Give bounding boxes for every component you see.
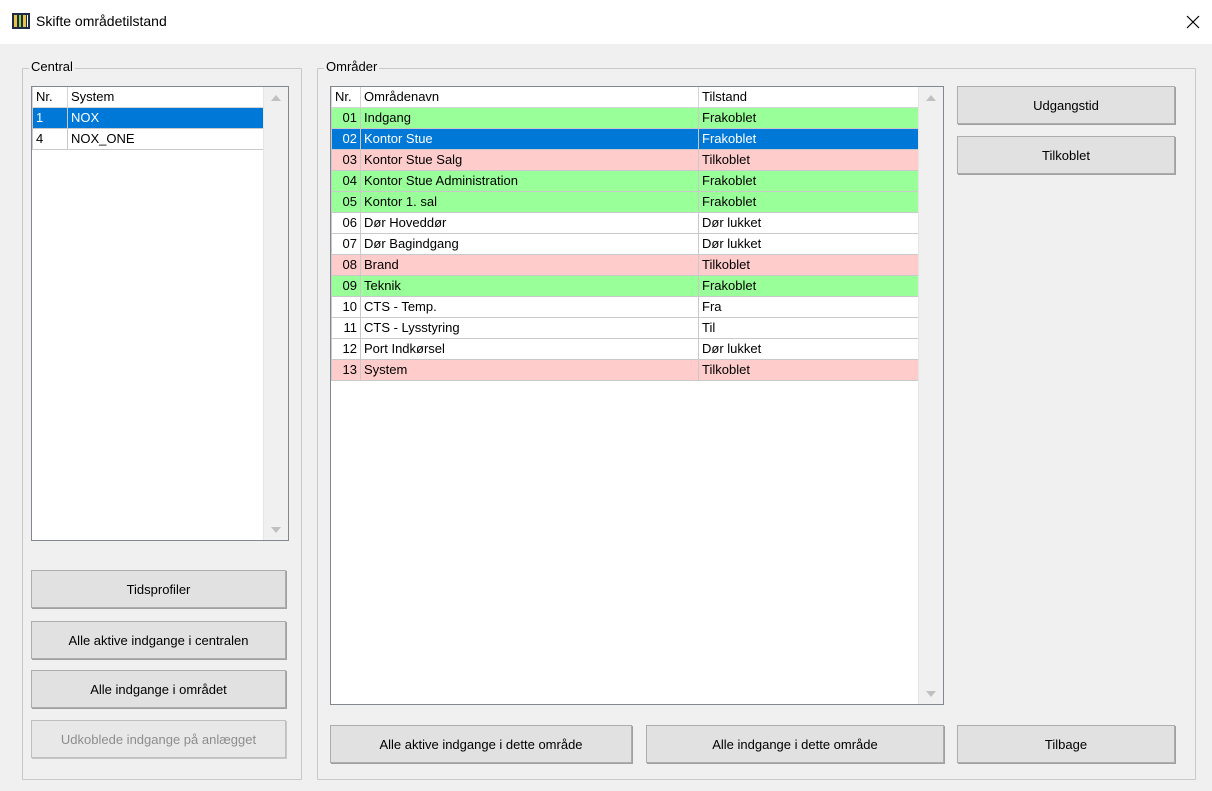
- central-row-nr: 1: [32, 106, 68, 129]
- udkoblede-indgange-button[interactable]: Udkoblede indgange på anlægget: [31, 720, 286, 758]
- area-row-nr: 09: [331, 274, 361, 297]
- area-row-state: Tilkoblet: [698, 253, 919, 276]
- area-row-name: Kontor Stue Administration: [360, 169, 699, 192]
- close-button[interactable]: [1178, 7, 1208, 37]
- area-row[interactable]: 10 CTS - Temp. Fra: [331, 295, 919, 318]
- area-row-nr: 02: [331, 127, 361, 150]
- scroll-down-icon[interactable]: [264, 521, 288, 538]
- app-icon: [12, 13, 30, 29]
- area-row-name: Port Indkørsel: [360, 337, 699, 360]
- area-row-name: Dør Hoveddør: [360, 211, 699, 234]
- area-row[interactable]: 03 Kontor Stue Salg Tilkoblet: [331, 148, 919, 171]
- area-row[interactable]: 01 Indgang Frakoblet: [331, 106, 919, 129]
- area-row[interactable]: 12 Port Indkørsel Dør lukket: [331, 337, 919, 360]
- area-row[interactable]: 02 Kontor Stue Frakoblet: [331, 127, 919, 150]
- area-row-nr: 07: [331, 232, 361, 255]
- column-header-system[interactable]: System: [67, 87, 264, 108]
- area-row-state: Frakoblet: [698, 274, 919, 297]
- area-row-name: Kontor 1. sal: [360, 190, 699, 213]
- alle-indgange-omraade-button[interactable]: Alle indgange i dette område: [646, 725, 944, 763]
- omraader-scrollbar[interactable]: [918, 87, 943, 704]
- area-row-nr: 08: [331, 253, 361, 276]
- area-row-nr: 05: [331, 190, 361, 213]
- area-row[interactable]: 04 Kontor Stue Administration Frakoblet: [331, 169, 919, 192]
- tidsprofiler-button[interactable]: Tidsprofiler: [31, 570, 286, 608]
- udgangstid-button[interactable]: Udgangstid: [957, 86, 1175, 124]
- area-row-name: Indgang: [360, 106, 699, 129]
- area-row-state: Til: [698, 316, 919, 339]
- area-row[interactable]: 05 Kontor 1. sal Frakoblet: [331, 190, 919, 213]
- area-row-nr: 13: [331, 358, 361, 381]
- area-row-name: Kontor Stue: [360, 127, 699, 150]
- scroll-up-icon[interactable]: [264, 89, 288, 106]
- area-row-name: System: [360, 358, 699, 381]
- area-row-nr: 06: [331, 211, 361, 234]
- omraader-list[interactable]: Nr. Områdenavn Tilstand 01 Indgang Frakobl…: [330, 86, 944, 705]
- area-row[interactable]: 11 CTS - Lysstyring Til: [331, 316, 919, 339]
- central-row[interactable]: 4 NOX_ONE: [32, 127, 264, 150]
- area-row-name: Dør Bagindgang: [360, 232, 699, 255]
- area-row-state: Dør lukket: [698, 232, 919, 255]
- area-row-name: CTS - Temp.: [360, 295, 699, 318]
- area-row-state: Fra: [698, 295, 919, 318]
- area-row-nr: 03: [331, 148, 361, 171]
- area-row[interactable]: 08 Brand Tilkoblet: [331, 253, 919, 276]
- area-row-state: Dør lukket: [698, 211, 919, 234]
- column-header-omraadenavn[interactable]: Områdenavn: [360, 87, 699, 108]
- area-row[interactable]: 13 System Tilkoblet: [331, 358, 919, 381]
- column-header-tilstand[interactable]: Tilstand: [698, 87, 919, 108]
- central-list[interactable]: Nr. System 1 NOX 4 NOX_ONE: [31, 86, 289, 541]
- area-row-name: Teknik: [360, 274, 699, 297]
- area-row-name: Kontor Stue Salg: [360, 148, 699, 171]
- area-row-name: Brand: [360, 253, 699, 276]
- central-group-title: Central: [29, 59, 75, 74]
- alle-indgange-omraadet-button[interactable]: Alle indgange i området: [31, 670, 286, 708]
- area-row[interactable]: 06 Dør Hoveddør Dør lukket: [331, 211, 919, 234]
- window-title: Skifte områdetilstand: [36, 13, 167, 29]
- central-scrollbar[interactable]: [263, 87, 288, 540]
- area-row[interactable]: 07 Dør Bagindgang Dør lukket: [331, 232, 919, 255]
- tilkoblet-button[interactable]: Tilkoblet: [957, 136, 1175, 174]
- alle-aktive-indgange-centralen-button[interactable]: Alle aktive indgange i centralen: [31, 621, 286, 659]
- scroll-up-icon[interactable]: [919, 89, 943, 106]
- central-row-system: NOX_ONE: [67, 127, 264, 150]
- column-header-nr[interactable]: Nr.: [331, 87, 361, 108]
- area-row-state: Frakoblet: [698, 190, 919, 213]
- area-row-nr: 04: [331, 169, 361, 192]
- area-row-name: CTS - Lysstyring: [360, 316, 699, 339]
- tilbage-button[interactable]: Tilbage: [957, 725, 1175, 763]
- area-row-state: Frakoblet: [698, 127, 919, 150]
- central-row-nr: 4: [32, 127, 68, 150]
- area-row-nr: 12: [331, 337, 361, 360]
- title-bar: [0, 0, 1212, 44]
- central-row-system: NOX: [67, 106, 264, 129]
- scroll-down-icon[interactable]: [919, 685, 943, 702]
- close-icon: [1186, 15, 1200, 29]
- area-row-state: Tilkoblet: [698, 358, 919, 381]
- column-header-nr[interactable]: Nr.: [32, 87, 68, 108]
- area-row[interactable]: 09 Teknik Frakoblet: [331, 274, 919, 297]
- area-row-state: Frakoblet: [698, 106, 919, 129]
- area-row-state: Dør lukket: [698, 337, 919, 360]
- area-row-nr: 01: [331, 106, 361, 129]
- omraader-group-title: Områder: [324, 59, 380, 74]
- central-row[interactable]: 1 NOX: [32, 106, 264, 129]
- area-row-state: Tilkoblet: [698, 148, 919, 171]
- alle-aktive-indgange-omraade-button[interactable]: Alle aktive indgange i dette område: [330, 725, 632, 763]
- area-row-nr: 11: [331, 316, 361, 339]
- area-row-state: Frakoblet: [698, 169, 919, 192]
- area-row-nr: 10: [331, 295, 361, 318]
